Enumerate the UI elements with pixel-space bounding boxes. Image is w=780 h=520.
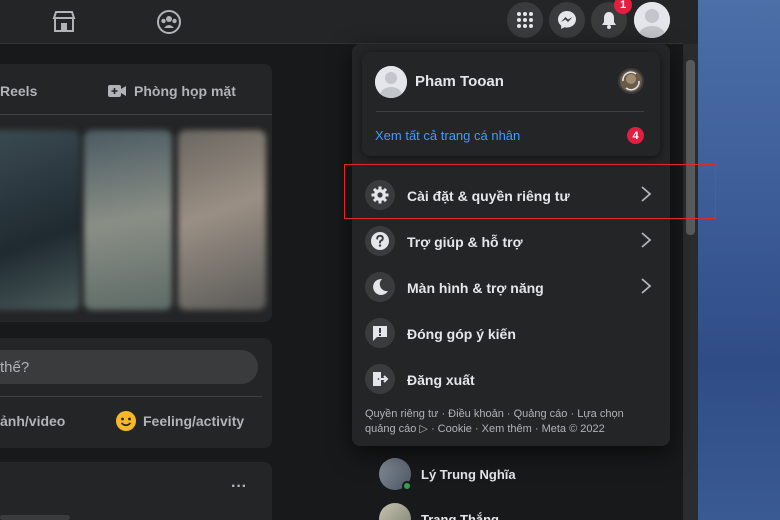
story-thumbnail[interactable]: [0, 130, 80, 310]
window-edge: [683, 0, 698, 44]
logout-icon: [365, 364, 395, 394]
top-navigation-bar: 1: [0, 0, 683, 44]
user-silhouette-icon: [634, 2, 670, 38]
switch-profile-button[interactable]: [618, 68, 644, 94]
tab-divider: [0, 114, 272, 115]
profile-divider: [376, 111, 644, 112]
user-silhouette-icon: [375, 66, 407, 98]
messenger-icon: [558, 11, 576, 29]
moon-icon: [365, 272, 395, 302]
footer-links[interactable]: Quyền riêng tư · Điều khoản · Quảng cáo …: [365, 407, 665, 437]
tab-rooms[interactable]: Phòng họp mặt: [134, 83, 236, 99]
messenger-button[interactable]: [549, 2, 585, 38]
feeling-activity-button[interactable]: Feeling/activity: [143, 413, 244, 429]
contact-avatar[interactable]: [379, 503, 411, 520]
grid-menu-button[interactable]: [507, 2, 543, 38]
help-icon: [365, 226, 395, 256]
annotation-highlight-box: [344, 164, 716, 219]
see-all-profiles-link[interactable]: Xem tất cả trang cá nhân: [375, 128, 520, 143]
photo-video-button[interactable]: ảnh/video: [0, 413, 65, 429]
desktop-background: [698, 0, 780, 520]
composer-input[interactable]: [0, 350, 258, 384]
chevron-right-icon: [639, 231, 653, 249]
menu-label-feedback: Đóng góp ý kiến: [407, 326, 516, 342]
switch-account-icon: [620, 70, 642, 92]
menu-label-display-accessibility: Màn hình & trợ năng: [407, 280, 544, 296]
account-avatar[interactable]: [634, 2, 670, 38]
post-author-placeholder: [0, 515, 70, 520]
menu-item-logout[interactable]: [358, 357, 664, 401]
profiles-count-badge: 4: [627, 127, 644, 144]
groups-icon[interactable]: [155, 8, 183, 36]
grid-menu-icon: [517, 12, 533, 28]
feedback-icon: [365, 318, 395, 348]
footer-line[interactable]: Quyền riêng tư · Điều khoản · Quảng cáo …: [365, 407, 665, 422]
bell-icon: [602, 12, 616, 29]
menu-label-logout: Đăng xuất: [407, 372, 475, 388]
menu-label-help-support: Trợ giúp & hỗ trợ: [407, 234, 523, 250]
profile-avatar[interactable]: [375, 66, 407, 98]
post-options-button[interactable]: ···: [231, 478, 247, 496]
notification-count-badge: 1: [614, 0, 632, 14]
tab-reels[interactable]: Reels: [0, 83, 37, 99]
footer-line[interactable]: quảng cáo ▷ · Cookie · Xem thêm · Meta ©…: [365, 422, 665, 437]
contact-name[interactable]: Lý Trung Nghĩa: [421, 467, 516, 482]
video-call-icon: [107, 82, 127, 100]
composer-placeholder: thế?: [0, 359, 30, 376]
chevron-right-icon: [639, 277, 653, 295]
marketplace-icon[interactable]: [50, 8, 78, 36]
composer-divider: [0, 396, 262, 397]
story-thumbnail[interactable]: [178, 130, 266, 310]
profile-name[interactable]: Pham Tooan: [415, 73, 504, 90]
contact-name[interactable]: Trang Thắng: [421, 512, 499, 520]
smiley-icon[interactable]: [115, 410, 137, 432]
story-thumbnail[interactable]: [84, 130, 172, 310]
online-status-dot: [402, 481, 412, 491]
